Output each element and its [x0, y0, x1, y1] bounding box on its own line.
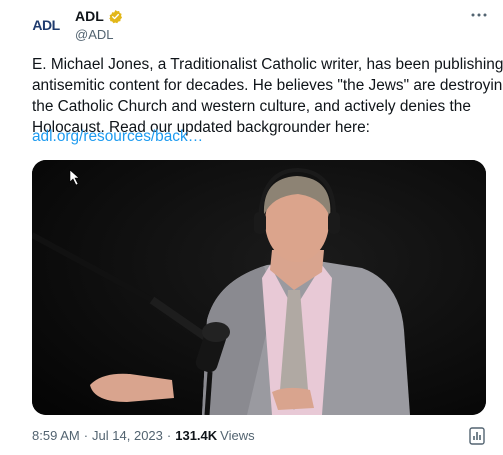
views-count: 131.4K	[175, 428, 218, 443]
more-options-icon[interactable]	[466, 6, 492, 24]
tweet-text-line: the Catholic Church and western culture,…	[32, 98, 471, 115]
meta-separator: ·	[166, 428, 172, 443]
video-frame	[32, 160, 486, 415]
name-row: ADL	[75, 7, 123, 25]
analytics-icon[interactable]	[467, 426, 487, 446]
resource-link[interactable]: adl.org/resources/back…	[32, 128, 203, 146]
tweet-text-line: antisemitic content for decades. He beli…	[32, 77, 503, 94]
avatar[interactable]: ADL	[30, 12, 62, 38]
video-media[interactable]	[32, 160, 486, 415]
author-display-name[interactable]: ADL	[75, 8, 104, 24]
views-label: Views	[220, 428, 255, 443]
tweet-card: ADL ADL @ADL E. Michael Jones, a Traditi…	[0, 0, 503, 455]
verified-badge-icon	[108, 9, 123, 24]
meta-separator: ·	[83, 428, 89, 443]
tweet-meta: 8:59 AM · Jul 14, 2023 · 131.4K Views	[32, 428, 255, 443]
tweet-text: E. Michael Jones, a Traditionalist Catho…	[32, 54, 503, 138]
tweet-header: ADL @ADL	[75, 7, 123, 42]
avatar-logo-text: ADL	[32, 17, 60, 33]
tweet-text-line: E. Michael Jones, a Traditionalist Catho…	[32, 56, 503, 73]
author-handle[interactable]: @ADL	[75, 27, 123, 42]
tweet-time[interactable]: 8:59 AM	[32, 428, 80, 443]
tweet-date[interactable]: Jul 14, 2023	[92, 428, 163, 443]
